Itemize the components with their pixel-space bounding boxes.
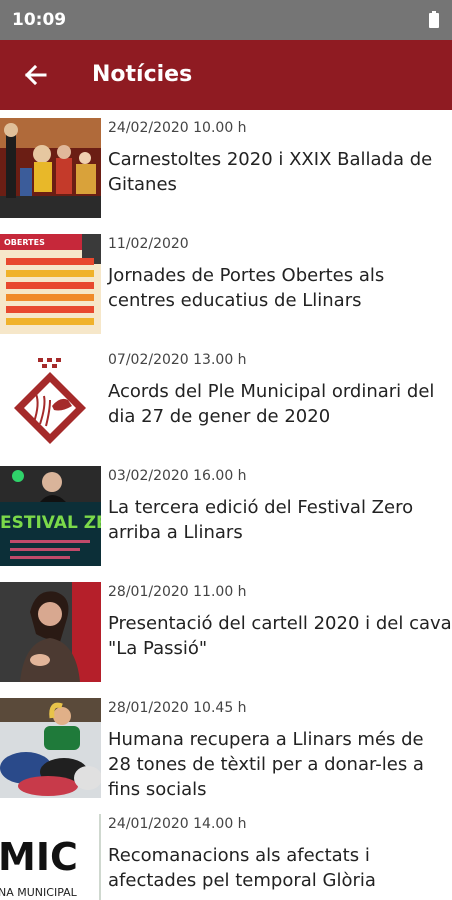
news-thumbnail: OBERTES xyxy=(0,234,101,334)
news-date: 11/02/2020 xyxy=(108,236,189,252)
news-title: Presentació del cartell 2020 i del cava … xyxy=(108,613,452,659)
app-bar: Notícies xyxy=(0,40,452,110)
thumb-text: ESTIVAL ZER xyxy=(0,513,101,533)
news-item-carnestoltes[interactable]: 24/02/2020 10.00 h Carnestoltes 2020 i X… xyxy=(0,110,452,227)
page-title: Notícies xyxy=(92,62,193,87)
news-date: 24/01/2020 14.00 h xyxy=(108,816,247,832)
news-date: 03/02/2020 16.00 h xyxy=(108,468,247,484)
municipal-logo-icon xyxy=(0,350,101,450)
news-thumbnail xyxy=(0,698,101,798)
news-item-temporal-gloria[interactable]: MIC NA MUNICIPAL 24/01/2020 14.00 h Reco… xyxy=(0,806,452,900)
news-list: 24/02/2020 10.00 h Carnestoltes 2020 i X… xyxy=(0,110,452,900)
news-title: Recomanacions als afectats i afectades p… xyxy=(108,845,376,891)
news-title: Jornades de Portes Obertes als centres e… xyxy=(108,265,385,311)
news-date: 28/01/2020 10.45 h xyxy=(108,700,247,716)
news-item-festival-zero[interactable]: ESTIVAL ZER 03/02/2020 16.00 h La tercer… xyxy=(0,458,452,575)
news-item-cava-la-passio[interactable]: 28/01/2020 11.00 h Presentació del carte… xyxy=(0,574,452,691)
news-thumbnail: MIC NA MUNICIPAL xyxy=(0,814,101,900)
back-button[interactable] xyxy=(18,56,56,94)
news-title: Humana recupera a Llinars més de 28 tone… xyxy=(108,729,424,800)
news-title: Carnestoltes 2020 i XXIX Ballada de Gita… xyxy=(108,149,433,195)
news-thumbnail: ESTIVAL ZER xyxy=(0,466,101,566)
news-thumbnail xyxy=(0,350,101,450)
news-title: La tercera edició del Festival Zero arri… xyxy=(108,497,414,543)
news-date: 24/02/2020 10.00 h xyxy=(108,120,247,136)
thumb-text: MIC xyxy=(0,835,78,879)
news-item-ple-municipal[interactable]: 07/02/2020 13.00 h Acords del Ple Munici… xyxy=(0,342,452,459)
news-item-portes-obertes[interactable]: OBERTES 11/02/2020 Jornades de Portes Ob… xyxy=(0,226,452,343)
news-date: 07/02/2020 13.00 h xyxy=(108,352,247,368)
status-bar: 10:09 xyxy=(0,0,452,40)
battery-icon xyxy=(429,11,439,28)
thumb-text: NA MUNICIPAL xyxy=(0,886,78,899)
news-title: Acords del Ple Municipal ordinari del di… xyxy=(108,381,435,427)
thumb-text: OBERTES xyxy=(4,238,45,247)
arrow-back-icon[interactable] xyxy=(18,56,56,94)
news-thumbnail xyxy=(0,118,101,218)
news-date: 28/01/2020 11.00 h xyxy=(108,584,247,600)
news-thumbnail xyxy=(0,582,101,682)
news-item-humana[interactable]: 28/01/2020 10.45 h Humana recupera a Lli… xyxy=(0,690,452,807)
status-time: 10:09 xyxy=(12,10,67,30)
